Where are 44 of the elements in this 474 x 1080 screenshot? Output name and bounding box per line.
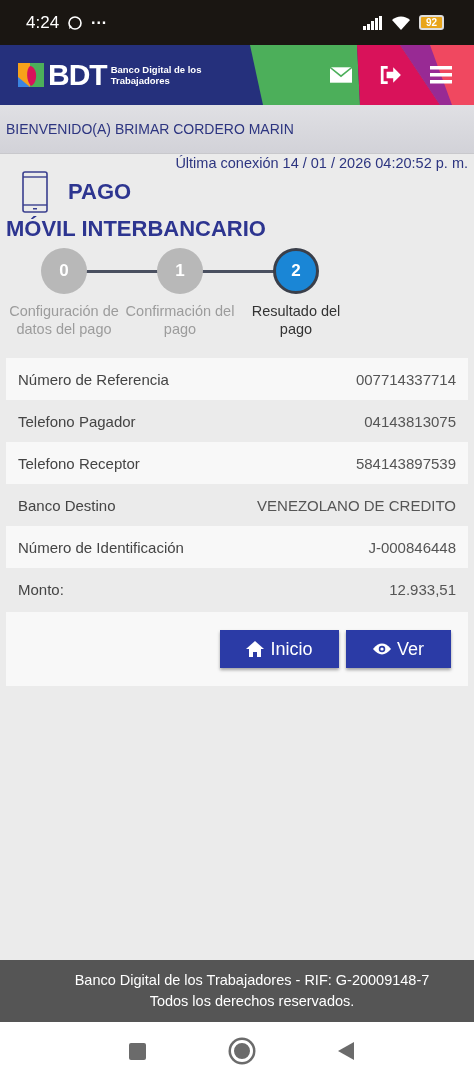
step-circle: 0 bbox=[41, 248, 87, 294]
logo-text: BDT bbox=[48, 58, 107, 92]
field-value: 584143897539 bbox=[355, 454, 456, 472]
phone-icon bbox=[22, 171, 48, 213]
logout-icon[interactable] bbox=[380, 66, 402, 84]
menu-icon[interactable] bbox=[430, 66, 452, 84]
last-connection-text: Última conexión 14 / 01 / 2026 04:20:52 p. m. bbox=[174, 154, 468, 172]
more-notifications: ··· bbox=[91, 13, 108, 32]
view-button[interactable]: Ver bbox=[346, 630, 451, 668]
step-circle: 2 bbox=[273, 248, 319, 294]
field-label: Telefono Pagador bbox=[18, 412, 136, 430]
home-button[interactable]: Inicio bbox=[220, 630, 339, 668]
envelope-icon[interactable] bbox=[330, 66, 352, 84]
step-circle: 1 bbox=[157, 248, 203, 294]
wifi-icon bbox=[390, 14, 411, 31]
field-value: 04143813075 bbox=[364, 412, 456, 430]
back-icon[interactable] bbox=[337, 1042, 354, 1060]
recents-icon[interactable] bbox=[128, 1042, 146, 1060]
step-label: Resultado del pago bbox=[250, 302, 342, 338]
battery-indicator: 92 bbox=[418, 15, 444, 30]
house-icon bbox=[246, 641, 265, 657]
home-icon[interactable] bbox=[230, 1040, 253, 1062]
clock: 4:24 bbox=[26, 12, 60, 33]
field-label: Monto: bbox=[18, 580, 64, 598]
signal-icon bbox=[362, 15, 383, 30]
field-value: J-000846448 bbox=[368, 538, 456, 556]
step-label: Confirmación del pago bbox=[125, 302, 235, 338]
field-value: 12.933,51 bbox=[389, 580, 456, 598]
welcome-text: BIENVENIDO(A) BRIMAR CORDERO MARIN bbox=[6, 121, 294, 137]
logo-mark-icon bbox=[18, 63, 44, 87]
field-label: Número de Referencia bbox=[18, 370, 169, 388]
step-label: Configuración de datos del pago bbox=[9, 302, 119, 338]
field-label: Número de Identificación bbox=[18, 538, 184, 556]
field-value: 007714337714 bbox=[355, 370, 456, 388]
field-label: Banco Destino bbox=[18, 496, 116, 514]
chat-bubble-icon bbox=[67, 14, 84, 31]
footer-text: Todos los derechos reservados. bbox=[149, 992, 355, 1011]
page-title: MÓVIL INTERBANCARIO bbox=[6, 216, 267, 242]
field-label: Telefono Receptor bbox=[18, 454, 140, 472]
field-value: VENEZOLANO DE CREDITO bbox=[257, 496, 456, 514]
footer-text: Banco Digital de los Trabajadores - RIF: G-20009148-7 bbox=[74, 971, 430, 990]
page-title: PAGO bbox=[68, 179, 132, 205]
eye-icon bbox=[373, 641, 391, 657]
logo-subtitle: Banco Digital de los Trabajadores bbox=[110, 64, 203, 86]
